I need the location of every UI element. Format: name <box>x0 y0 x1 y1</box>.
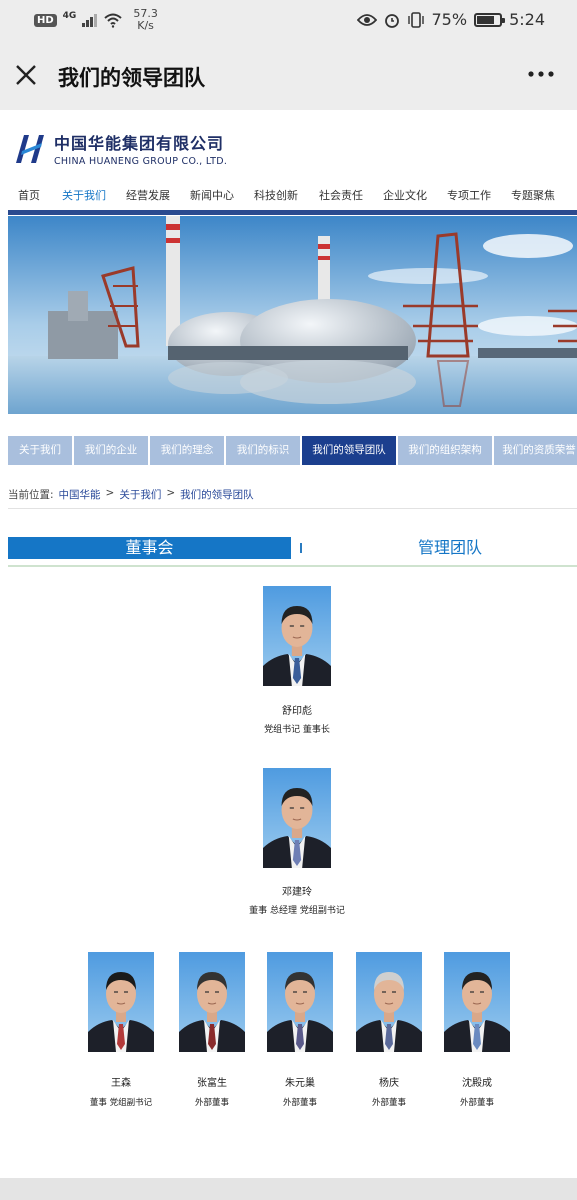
leader-role: 外部董事 <box>459 1098 494 1108</box>
status-bar: HD 4G 57.3 K/s 75% 5:24 <box>0 0 577 40</box>
sub-nav-tab[interactable]: 关于我们 <box>8 436 72 465</box>
signal-icon <box>82 13 98 27</box>
breadcrumb-separator: > <box>166 487 176 499</box>
sub-nav-tab[interactable]: 我们的企业 <box>74 436 148 465</box>
alarm-icon <box>384 13 399 28</box>
battery-fill <box>477 15 495 24</box>
main-nav-item[interactable]: 专题聚焦 <box>511 187 555 203</box>
logo-text-en: CHINA HUANENG GROUP CO., LTD. <box>54 156 228 167</box>
leader-role: 党组书记 董事长 <box>264 725 330 735</box>
leader-role: 董事 总经理 党组副书记 <box>249 906 345 916</box>
leader-photo <box>263 768 331 868</box>
hero-banner-image <box>8 216 577 414</box>
logo-text-cn: 中国华能集团有限公司 <box>54 134 225 153</box>
leader-card[interactable]: 邓建玲董事 总经理 党组副书记 <box>223 768 371 919</box>
main-nav-item[interactable]: 经营发展 <box>126 187 170 203</box>
battery-icon <box>474 12 506 27</box>
leader-name: 舒印彪 <box>282 706 312 717</box>
eye-icon <box>356 13 377 26</box>
page-title: 我们的领导团队 <box>58 66 205 90</box>
sub-nav-tab[interactable]: 我们的资质荣誉 <box>494 436 577 465</box>
hd-indicator: HD <box>34 13 57 27</box>
leader-photo <box>444 952 510 1052</box>
sub-nav-tab[interactable]: 我们的标识 <box>226 436 300 465</box>
main-nav-item[interactable]: 专项工作 <box>447 187 491 203</box>
main-nav-item[interactable]: 企业文化 <box>383 187 427 203</box>
sub-nav-tab[interactable]: 我们的领导团队 <box>302 436 396 465</box>
leader-card[interactable]: 沈殿成 外部董事 <box>404 952 550 1112</box>
breadcrumb-prefix: 当前位置: <box>8 489 54 501</box>
vibrate-icon <box>407 11 424 28</box>
section-tab-underline <box>8 565 577 567</box>
close-button[interactable] <box>14 60 44 90</box>
power-plant-illustration <box>8 216 577 414</box>
main-nav: 首页 关于我们 经营发展 新闻中心 科技创新 社会责任 企业文化 专项工作 专题聚焦 <box>0 184 577 210</box>
close-icon <box>16 65 36 85</box>
more-icon <box>528 71 554 77</box>
leader-photo <box>263 586 331 686</box>
breadcrumb-item-about[interactable]: 关于我们 <box>119 487 161 502</box>
wifi-icon <box>104 13 122 28</box>
network-speed: 57.3 K/s <box>133 8 158 32</box>
leader-name: 邓建玲 <box>282 887 312 898</box>
main-nav-item[interactable]: 社会责任 <box>319 187 363 203</box>
title-bar: 我们的领导团队 <box>0 40 577 110</box>
breadcrumb-item-current[interactable]: 我们的领导团队 <box>180 487 254 502</box>
sub-nav: 关于我们 我们的企业 我们的理念 我们的标识 我们的领导团队 我们的组织架构 我们的资质荣誉 <box>8 436 577 465</box>
sub-nav-tab[interactable]: 我们的组织架构 <box>398 436 492 465</box>
more-menu-button[interactable] <box>527 56 555 84</box>
battery-percent: 75% <box>431 10 468 29</box>
main-nav-item[interactable]: 首页 <box>18 187 40 203</box>
nav-divider <box>8 210 577 215</box>
breadcrumb-item-home[interactable]: 中国华能 <box>59 487 101 502</box>
breadcrumb-divider <box>8 508 577 509</box>
main-nav-item[interactable]: 新闻中心 <box>190 187 234 203</box>
leader-card[interactable]: 舒印彪党组书记 董事长 <box>223 586 371 738</box>
huaneng-logo-icon <box>16 134 44 163</box>
company-logo[interactable]: 中国华能集团有限公司 CHINA HUANENG GROUP CO., LTD. <box>12 130 227 167</box>
tab-board[interactable]: 董事会 <box>8 537 291 559</box>
tab-separator <box>300 543 302 553</box>
speed-unit: K/s <box>137 19 154 32</box>
tab-management[interactable]: 管理团队 <box>370 537 530 559</box>
clock-time: 5:24 <box>509 10 545 29</box>
breadcrumb-separator: > <box>105 487 115 499</box>
main-nav-item[interactable]: 关于我们 <box>62 187 106 203</box>
bottom-bar <box>0 1178 577 1200</box>
network-type: 4G <box>62 11 77 21</box>
leader-name: 沈殿成 <box>462 1078 492 1089</box>
sub-nav-tab[interactable]: 我们的理念 <box>150 436 224 465</box>
main-nav-item[interactable]: 科技创新 <box>254 187 298 203</box>
breadcrumb: 当前位置: 中国华能 > 关于我们 > 我们的领导团队 <box>8 487 254 502</box>
